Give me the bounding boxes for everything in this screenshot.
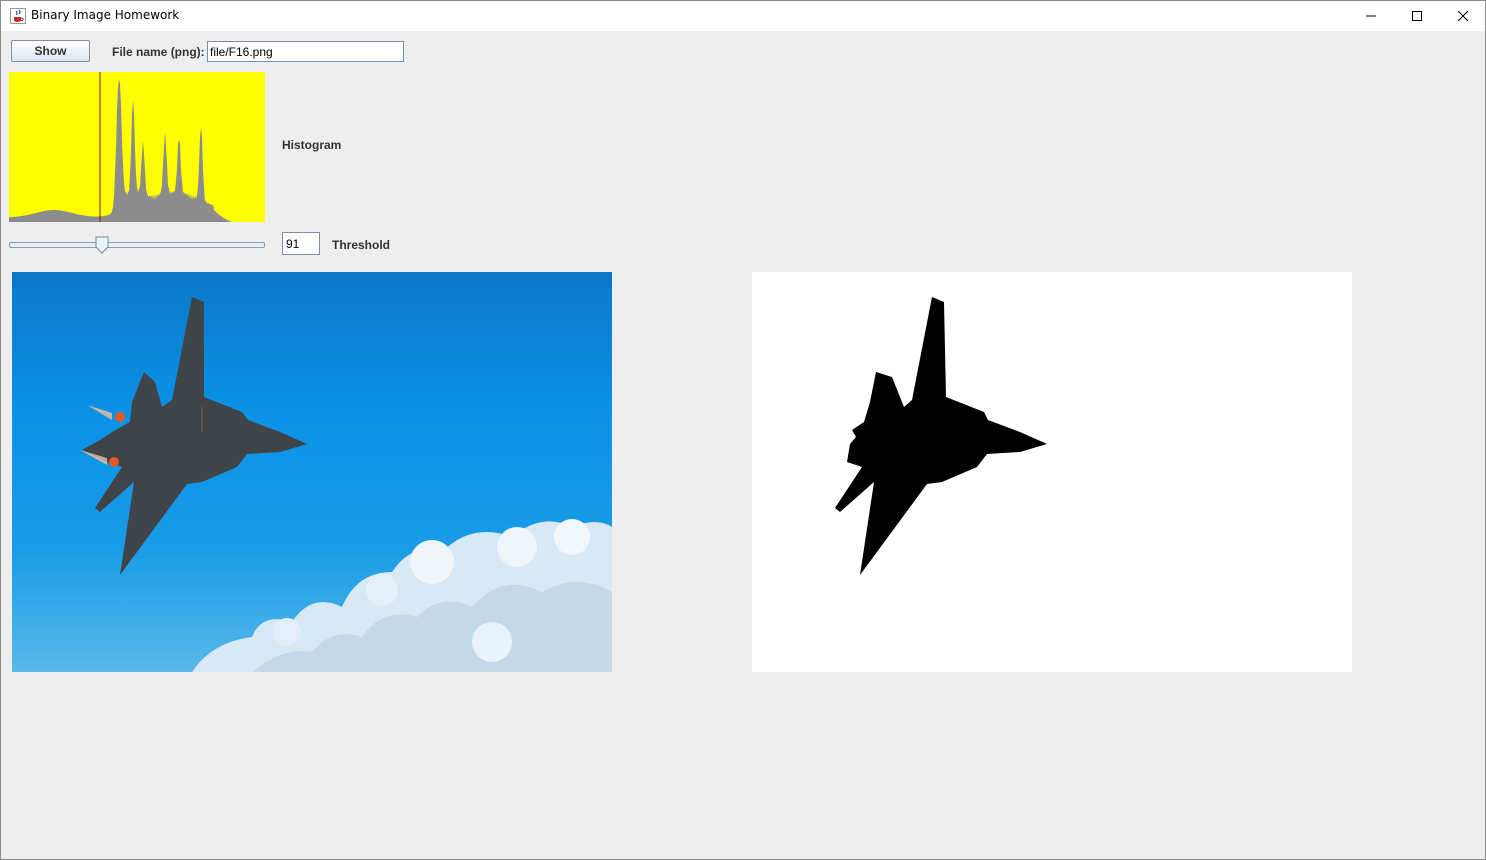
threshold-slider[interactable]: [9, 234, 265, 254]
show-button[interactable]: Show: [11, 40, 90, 62]
maximize-icon: [1412, 11, 1422, 21]
maximize-button[interactable]: [1394, 1, 1440, 31]
minimize-icon: [1366, 15, 1376, 17]
content-panel: Show File name (png): Histogram Threshol…: [1, 31, 1485, 859]
close-button[interactable]: [1440, 1, 1486, 31]
minimize-button[interactable]: [1348, 1, 1394, 31]
binary-image: [752, 272, 1352, 672]
window-title: Binary Image Homework: [31, 8, 180, 22]
threshold-label: Threshold: [332, 238, 391, 252]
file-name-input[interactable]: [207, 41, 404, 62]
app-window: Binary Image Homework Show File name (pn…: [0, 0, 1486, 860]
binary-background: [752, 272, 1352, 672]
title-bar: Binary Image Homework: [1, 1, 1485, 31]
java-cup-icon: [10, 8, 26, 24]
file-name-label: File name (png):: [112, 45, 205, 59]
original-image: [12, 272, 612, 672]
close-icon: [1457, 10, 1469, 22]
histogram-label: Histogram: [282, 138, 342, 152]
slider-thumb[interactable]: [95, 236, 109, 254]
slider-track[interactable]: [9, 242, 265, 248]
threshold-input[interactable]: [282, 232, 320, 255]
histogram-chart: [9, 72, 265, 222]
